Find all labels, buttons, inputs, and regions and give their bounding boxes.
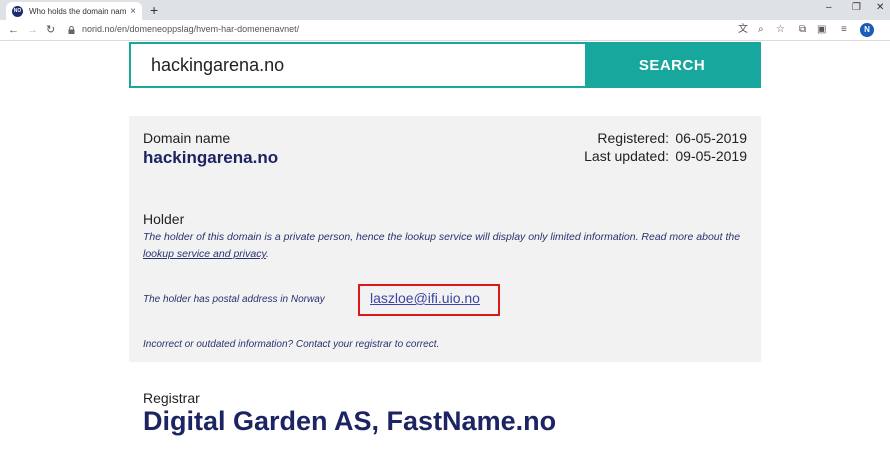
registrar-name: Digital Garden AS, FastName.no	[143, 406, 557, 436]
incorrect-info-note: Incorrect or outdated information? Conta…	[143, 339, 440, 350]
maximize-icon[interactable]: ❐	[852, 2, 861, 13]
holder-note-end: .	[265, 248, 269, 260]
holder-note-text: The holder of this domain is a private p…	[143, 231, 741, 243]
reload-icon[interactable]: ↻	[46, 23, 55, 37]
bookmark-star-icon[interactable]: ☆	[776, 24, 785, 36]
minimize-icon[interactable]: –	[826, 2, 832, 13]
holder-label: Holder	[143, 211, 185, 227]
close-window-icon[interactable]: ✕	[876, 2, 884, 13]
domain-search-form: SEARCH	[129, 42, 761, 88]
new-tab-button[interactable]: +	[150, 2, 158, 18]
holder-postal-address: The holder has postal address in Norway	[143, 294, 325, 305]
translate-icon[interactable]: 文	[738, 24, 748, 36]
tab-close-icon[interactable]: ×	[130, 6, 136, 17]
browser-tab[interactable]: NO Who holds the domain name? - N ×	[6, 2, 142, 20]
cast-icon[interactable]: ▣	[817, 24, 826, 36]
last-updated-label: Last updated:	[584, 148, 669, 164]
zoom-icon[interactable]: ⌕	[758, 24, 764, 36]
browser-toolbar: ← → ↻ norid.no/en/domeneoppslag/hvem-har…	[0, 20, 890, 41]
profile-avatar[interactable]: N	[860, 23, 874, 37]
reading-list-icon[interactable]: ≡	[841, 24, 847, 36]
tab-title: Who holds the domain name? - N	[29, 6, 127, 16]
domain-name-label: Domain name	[143, 130, 231, 146]
lookup-privacy-link[interactable]: lookup service and privacy	[143, 248, 266, 260]
tab-strip: NO Who holds the domain name? - N × + – …	[0, 0, 890, 20]
norid-favicon-icon: NO	[12, 5, 23, 17]
domain-search-input[interactable]	[131, 44, 585, 86]
back-arrow-icon[interactable]: ←	[8, 23, 19, 37]
holder-privacy-note: The holder of this domain is a private p…	[143, 229, 753, 263]
last-updated-value: 09-05-2019	[675, 148, 747, 164]
registered-value: 06-05-2019	[675, 130, 747, 146]
domain-info-panel: Domain name hackingarena.no Registered: …	[129, 116, 761, 362]
extension-icon[interactable]: ⧉	[799, 24, 806, 36]
holder-email-link[interactable]: laszloe@ifi.uio.no	[370, 290, 480, 306]
search-button[interactable]: SEARCH	[585, 44, 759, 86]
domain-name-value: hackingarena.no	[143, 148, 279, 167]
lock-icon	[68, 26, 75, 34]
domain-dates: Registered: 06-05-2019 Last updated: 09-…	[584, 130, 747, 166]
address-bar[interactable]: norid.no/en/domeneoppslag/hvem-har-domen…	[82, 24, 299, 34]
registrar-label: Registrar	[143, 390, 200, 406]
forward-arrow-icon[interactable]: →	[27, 23, 38, 37]
registered-label: Registered:	[597, 130, 669, 146]
